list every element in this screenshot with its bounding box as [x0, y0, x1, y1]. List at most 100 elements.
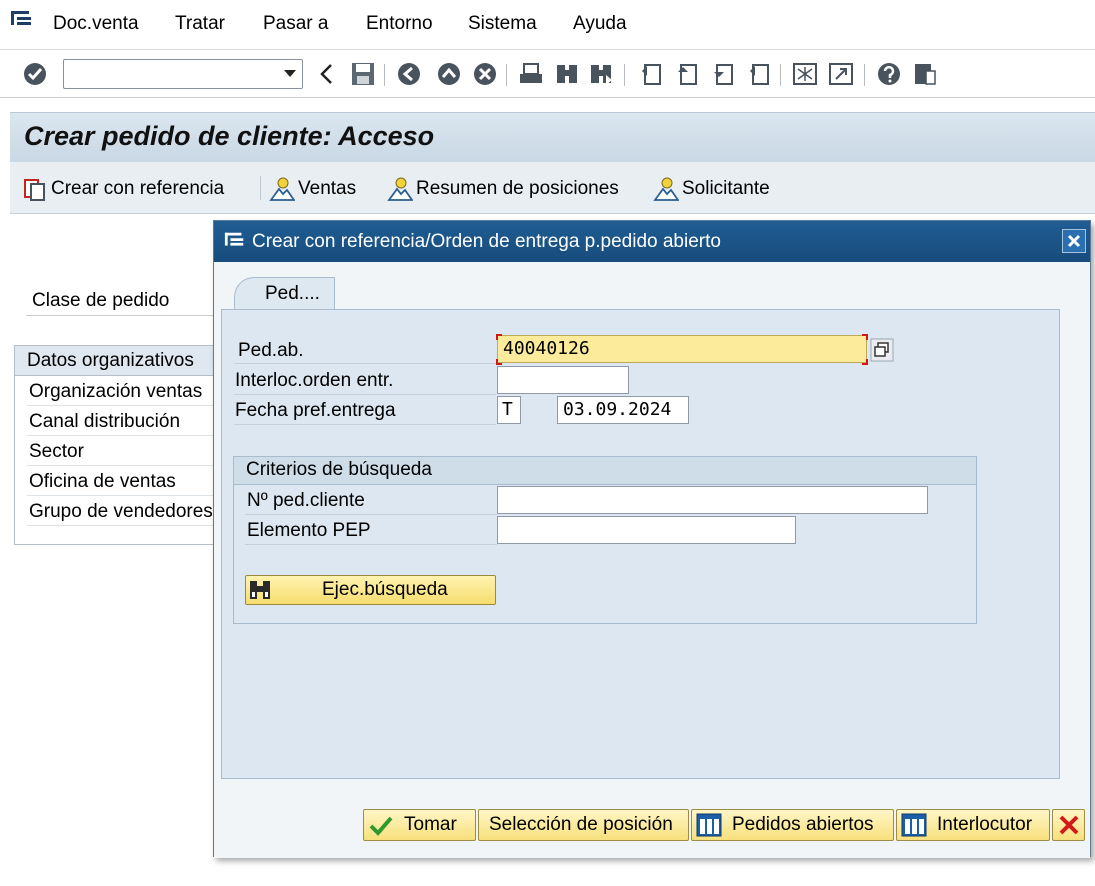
field-line [26, 315, 216, 316]
seleccion-posicion-button[interactable]: Selección de posición [478, 809, 689, 841]
command-field[interactable] [63, 59, 303, 89]
dialog-title: Crear con referencia/Orden de entrega p.… [252, 231, 721, 252]
menu-bar: Doc.venta Tratar Pasar a Entorno Sistema… [0, 0, 1095, 50]
field-line [234, 424, 496, 425]
page-title: Crear pedido de cliente: Acceso [24, 121, 435, 151]
find-icon[interactable] [554, 61, 580, 87]
dialog-title-bar[interactable]: Crear con referencia/Orden de entrega p.… [214, 221, 1090, 262]
back-arrow-icon[interactable] [314, 61, 340, 87]
save-icon[interactable] [350, 61, 376, 87]
check-icon [369, 816, 393, 836]
elemento-pep-input[interactable] [497, 516, 796, 544]
layout-menu-icon[interactable] [912, 61, 938, 87]
interloc-input[interactable] [497, 366, 629, 394]
new-session-icon[interactable] [792, 61, 818, 87]
seleccion-posicion-label: Selección de posición [489, 814, 673, 835]
exit-icon[interactable] [436, 61, 462, 87]
overview-mountain-icon [653, 177, 679, 201]
table-icon [901, 813, 927, 837]
screen-title-bar: Crear pedido de cliente: Acceso [10, 112, 1095, 162]
chevron-down-icon[interactable] [284, 70, 296, 77]
next-page-icon[interactable] [710, 61, 736, 87]
overview-mountain-icon [387, 177, 413, 201]
field-line [27, 465, 223, 466]
search-criteria-group: Criterios de búsqueda Nº ped.cliente Ele… [233, 456, 977, 624]
cancel-button[interactable] [1052, 809, 1085, 841]
cancel-icon[interactable] [472, 61, 498, 87]
ejec-busqueda-button[interactable]: Ejec.búsqueda [245, 575, 496, 605]
toolbar-separator [384, 64, 385, 86]
toolbar-separator [506, 64, 507, 86]
ped-ab-label: Ped.ab. [238, 340, 304, 361]
tomar-button[interactable]: Tomar [363, 809, 476, 841]
check-icon[interactable] [22, 61, 48, 87]
resumen-posiciones-button[interactable]: Resumen de posiciones [387, 176, 619, 202]
menu-app-icon[interactable] [10, 10, 34, 30]
tab-pedido[interactable]: Ped.... [234, 277, 335, 310]
overview-mountain-icon [269, 177, 295, 201]
menu-pasar-a[interactable]: Pasar a [263, 13, 328, 35]
toolbar-separator [864, 64, 865, 86]
required-marker [862, 359, 868, 365]
n-ped-cliente-label: Nº ped.cliente [247, 490, 365, 511]
copy-document-icon [24, 179, 45, 201]
menu-entorno[interactable]: Entorno [366, 13, 433, 35]
crear-con-referencia-label: Crear con referencia [51, 178, 225, 199]
search-criteria-header: Criterios de búsqueda [234, 457, 976, 485]
field-line [27, 525, 223, 526]
multiple-selection-icon[interactable] [870, 338, 894, 362]
fecha-label: Fecha pref.entrega [235, 400, 396, 421]
org-row-canal-distribucion: Canal distribución [29, 411, 181, 432]
table-icon [696, 813, 722, 837]
clase-pedido-label: Clase de pedido [32, 290, 170, 311]
ped-ab-input[interactable]: 40040126 [497, 335, 867, 363]
interlocutor-label: Interlocutor [937, 814, 1033, 835]
last-page-icon[interactable] [746, 61, 772, 87]
previous-page-icon[interactable] [674, 61, 700, 87]
solicitante-label: Solicitante [682, 178, 770, 199]
field-line [27, 405, 223, 406]
close-icon [1067, 234, 1081, 248]
menu-doc-venta[interactable]: Doc.venta [53, 13, 139, 35]
toolbar-separator [260, 176, 261, 200]
fecha-type-input[interactable]: T [497, 396, 521, 424]
find-icon [250, 581, 270, 599]
interlocutor-button[interactable]: Interlocutor [896, 809, 1050, 841]
menu-sistema[interactable]: Sistema [468, 13, 537, 35]
toolbar-separator [780, 64, 781, 86]
pedidos-abiertos-label: Pedidos abiertos [732, 814, 874, 835]
close-button[interactable] [1062, 229, 1086, 253]
back-icon[interactable] [396, 61, 422, 87]
org-row-grupo-vendedores: Grupo de vendedores [29, 501, 213, 522]
system-toolbar [0, 50, 1095, 98]
n-ped-cliente-input[interactable] [497, 486, 928, 514]
print-icon[interactable] [518, 61, 544, 87]
toolbar-separator [624, 64, 625, 86]
field-line [27, 435, 223, 436]
dialog-menu-icon[interactable] [224, 231, 246, 251]
interloc-label: Interloc.orden entr. [235, 370, 394, 391]
pedidos-abiertos-button[interactable]: Pedidos abiertos [691, 809, 894, 841]
help-icon[interactable] [876, 61, 902, 87]
shortcut-icon[interactable] [828, 61, 854, 87]
menu-tratar[interactable]: Tratar [175, 13, 225, 35]
tomar-label: Tomar [404, 814, 457, 835]
solicitante-button[interactable]: Solicitante [653, 176, 770, 202]
field-line [245, 544, 497, 545]
find-next-icon[interactable] [588, 61, 614, 87]
crear-con-referencia-dialog: Crear con referencia/Orden de entrega p.… [213, 220, 1091, 858]
menu-ayuda[interactable]: Ayuda [573, 13, 627, 35]
ventas-label: Ventas [298, 178, 357, 199]
field-line [27, 495, 223, 496]
org-data-header: Datos organizativos [15, 346, 223, 376]
first-page-icon[interactable] [638, 61, 664, 87]
ventas-button[interactable]: Ventas [269, 176, 356, 202]
org-data-group: Datos organizativos Organización ventas … [14, 345, 224, 545]
cancel-icon [1059, 815, 1079, 835]
org-row-organizacion-ventas: Organización ventas [29, 381, 203, 402]
fecha-date-input[interactable]: 03.09.2024 [557, 396, 689, 424]
crear-con-referencia-button[interactable]: Crear con referencia [22, 176, 224, 202]
ejec-busqueda-label: Ejec.búsqueda [322, 579, 448, 600]
org-row-oficina-ventas: Oficina de ventas [29, 471, 176, 492]
field-line [234, 363, 496, 364]
